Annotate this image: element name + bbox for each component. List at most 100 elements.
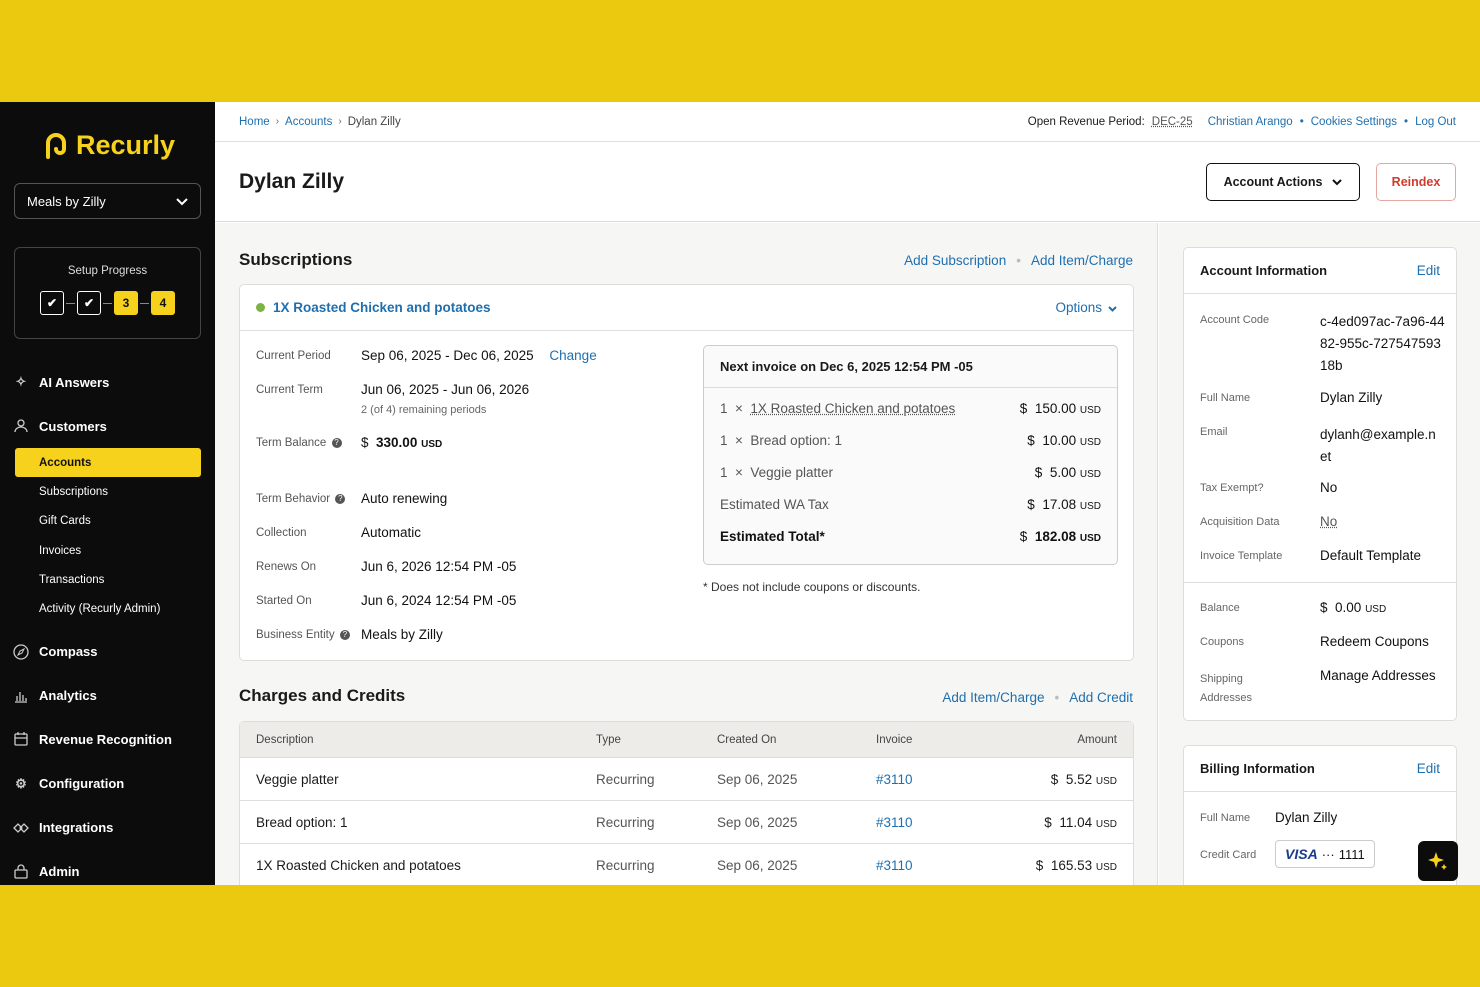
currency-code: USD: [1079, 469, 1101, 480]
recurly-logo-icon: [46, 132, 66, 159]
invoice-tax-line: Estimated WA Tax $ 17.08 USD: [720, 497, 1101, 512]
lock-icon: [12, 863, 30, 881]
line-name[interactable]: 1X Roasted Chicken and potatoes: [750, 401, 955, 416]
nav-label: AI Answers: [39, 374, 110, 390]
crumb-home[interactable]: Home: [239, 116, 270, 128]
nav-label: Compass: [39, 644, 98, 660]
sidebar-item-activity[interactable]: Activity (Recurly Admin): [15, 594, 201, 623]
invoice-total-line: Estimated Total* $ 182.08 USD: [720, 529, 1101, 544]
nav-ai-answers[interactable]: ✧ AI Answers: [0, 360, 215, 404]
subscription-name[interactable]: 1X Roasted Chicken and potatoes: [256, 300, 491, 315]
setup-progress[interactable]: Setup Progress ✔ ✔ 3 4: [14, 247, 201, 339]
line-qty: 1: [720, 465, 728, 480]
add-item-charge-link[interactable]: Add Item/Charge: [1031, 253, 1133, 268]
started-on-label: Started On: [256, 595, 312, 607]
invoice-link[interactable]: #3110: [876, 815, 1006, 830]
amount-value: 5.52: [1065, 771, 1093, 787]
invoice-link[interactable]: #3110: [876, 772, 1006, 787]
account-information-card: Account Information Edit Account Code c-…: [1183, 247, 1457, 721]
email-label: Email: [1200, 426, 1228, 438]
account-info-title: Account Information: [1200, 263, 1328, 278]
add-credit-link[interactable]: Add Credit: [1069, 690, 1133, 705]
manage-addresses-link[interactable]: Manage Addresses: [1320, 668, 1436, 683]
table-row[interactable]: Veggie platter Recurring Sep 06, 2025 #3…: [240, 758, 1133, 801]
cell-type: Recurring: [596, 857, 655, 873]
top-bar: Home › Accounts › Dylan Zilly Open Reven…: [215, 102, 1480, 142]
user-link[interactable]: Christian Arango: [1208, 116, 1293, 128]
site-selector[interactable]: Meals by Zilly: [14, 183, 201, 219]
col-amount[interactable]: Amount: [1006, 734, 1133, 746]
redeem-coupons-link[interactable]: Redeem Coupons: [1320, 634, 1429, 649]
subscription-card: 1X Roasted Chicken and potatoes Options …: [239, 284, 1134, 661]
brand-logo[interactable]: Recurly: [42, 130, 175, 161]
nav-integrations[interactable]: Integrations: [0, 806, 215, 850]
chevron-down-icon: [176, 194, 188, 209]
reindex-button[interactable]: Reindex: [1376, 162, 1456, 201]
add-subscription-link[interactable]: Add Subscription: [904, 253, 1006, 268]
table-row[interactable]: Bread option: 1 Recurring Sep 06, 2025 #…: [240, 801, 1133, 844]
term-balance-label: Term Balance ?: [256, 437, 342, 449]
person-icon: [12, 417, 30, 435]
line-qty: 1: [720, 401, 728, 416]
help-icon[interactable]: ?: [331, 437, 342, 448]
term-behavior-label-text: Term Behavior: [256, 493, 331, 505]
nav-revenue-recognition[interactable]: Revenue Recognition: [0, 718, 215, 762]
cell-created: Sep 06, 2025: [717, 857, 798, 873]
card-brand: VISA: [1285, 846, 1318, 862]
sidebar-item-accounts[interactable]: Accounts: [15, 448, 201, 478]
invoice-link[interactable]: #3110: [876, 858, 1006, 873]
sparkle-icon: ✧: [15, 374, 27, 389]
renews-on-value: Jun 6, 2026 12:54 PM -05: [361, 559, 517, 574]
col-description[interactable]: Description: [240, 734, 596, 746]
nav-analytics[interactable]: Analytics: [0, 674, 215, 718]
active-status-dot: [256, 303, 265, 312]
crumb-accounts[interactable]: Accounts: [285, 116, 332, 128]
billing-info-title: Billing Information: [1200, 761, 1315, 776]
currency-code: USD: [1365, 604, 1387, 615]
tax-label: Estimated WA Tax: [720, 497, 829, 512]
chevron-down-icon: [1108, 300, 1117, 315]
integrations-icon: [12, 819, 30, 837]
nav-admin[interactable]: Admin: [0, 850, 215, 885]
nav-compass[interactable]: Compass: [0, 630, 215, 674]
options-dropdown[interactable]: Options: [1055, 300, 1117, 315]
ai-assistant-button[interactable]: [1418, 841, 1458, 881]
add-item-charge-link[interactable]: Add Item/Charge: [942, 690, 1044, 705]
logout-link[interactable]: Log Out: [1415, 116, 1456, 128]
account-actions-button[interactable]: Account Actions: [1206, 162, 1360, 201]
collection-label: Collection: [256, 527, 307, 539]
total-amount: 182.08: [1034, 529, 1077, 544]
col-created-on[interactable]: Created On: [717, 734, 876, 746]
line-amount: 150.00: [1034, 401, 1077, 416]
full-name-label: Full Name: [1200, 392, 1251, 404]
edit-account-link[interactable]: Edit: [1417, 263, 1440, 278]
sidebar-item-transactions[interactable]: Transactions: [15, 565, 201, 594]
change-link[interactable]: Change: [549, 348, 596, 363]
currency-code: USD: [421, 439, 443, 450]
revenue-period-value[interactable]: DEC-25: [1152, 116, 1193, 128]
col-invoice[interactable]: Invoice: [876, 734, 1006, 746]
email-link[interactable]: dylanh@example.net: [1320, 424, 1442, 468]
sidebar-nav: ✧ AI Answers Customers Accounts Subscript…: [0, 360, 215, 885]
billing-name-label: Full Name: [1200, 812, 1251, 824]
currency-symbol: $: [1035, 857, 1044, 873]
help-icon[interactable]: ?: [339, 629, 350, 640]
cookies-settings-link[interactable]: Cookies Settings: [1311, 116, 1397, 128]
account-code-label: Account Code: [1200, 314, 1270, 326]
help-icon[interactable]: ?: [335, 493, 346, 504]
nav-label: Configuration: [39, 776, 125, 792]
crumb-current: Dylan Zilly: [347, 115, 401, 128]
edit-billing-link[interactable]: Edit: [1417, 761, 1440, 776]
content-column: Subscriptions Add Subscription • Add Ite…: [215, 223, 1158, 885]
sidebar-item-gift-cards[interactable]: Gift Cards: [15, 507, 201, 536]
acquisition-value[interactable]: No: [1320, 514, 1337, 529]
options-label: Options: [1055, 300, 1102, 315]
nav-configuration[interactable]: ⚙ Configuration: [0, 762, 215, 806]
sidebar-item-invoices[interactable]: Invoices: [15, 536, 201, 565]
col-type[interactable]: Type: [596, 734, 717, 746]
sidebar-item-subscriptions[interactable]: Subscriptions: [15, 477, 201, 506]
nav-customers[interactable]: Customers: [0, 404, 215, 448]
cell-type: Recurring: [596, 814, 655, 830]
table-row[interactable]: 1X Roasted Chicken and potatoes Recurrin…: [240, 844, 1133, 885]
term-behavior-label: Term Behavior ?: [256, 493, 346, 505]
